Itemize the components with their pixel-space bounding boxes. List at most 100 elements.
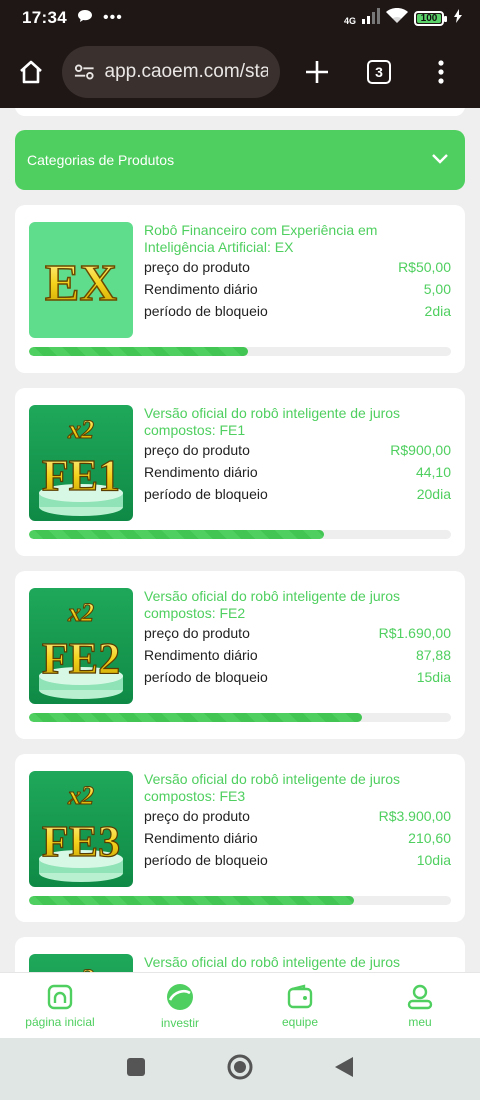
multiplier-badge: x2: [67, 964, 94, 972]
product-badge: EX: [45, 255, 117, 312]
price-value: R$3.900,00: [378, 808, 451, 824]
product-title: Versão oficial do robô inteligente de ju…: [144, 771, 401, 804]
product-image: x2 FE3: [29, 771, 133, 887]
multiplier-badge: x2: [67, 415, 94, 444]
nav-invest[interactable]: investir: [120, 973, 240, 1038]
lock-value: 2dia: [424, 303, 451, 319]
page-content: Categorias de Produtos EX Robô Financeir…: [0, 108, 480, 972]
product-card[interactable]: x2 FE2 Versão oficial do robô inteligent…: [15, 571, 465, 739]
back-button[interactable]: [334, 1056, 354, 1083]
recents-button[interactable]: [126, 1057, 146, 1082]
product-image: x2 FE1: [29, 405, 133, 521]
new-tab-button[interactable]: [286, 36, 348, 108]
browser-menu-button[interactable]: [410, 36, 472, 108]
wallet-icon: [287, 983, 313, 1008]
signal-icon: [362, 7, 380, 29]
progress-track: [29, 713, 451, 722]
yield-row: Rendimento diário 210,60: [144, 827, 451, 849]
nav-me-label: meu: [408, 1014, 432, 1029]
product-card[interactable]: x2 FE1 Versão oficial do robô inteligent…: [15, 388, 465, 556]
lock-value: 20dia: [416, 486, 451, 502]
product-image: x2: [29, 954, 133, 972]
progress-bar: [29, 713, 363, 722]
price-row: preço do produto R$50,00: [144, 256, 451, 278]
address-bar[interactable]: app.caoem.com/stati: [62, 46, 280, 98]
battery-level: 100: [420, 12, 438, 24]
status-time: 17:34: [22, 8, 67, 27]
product-title: Robô Financeiro com Experiência em Intel…: [144, 222, 378, 255]
system-home-button[interactable]: [226, 1053, 254, 1086]
nav-team[interactable]: equipe: [240, 973, 360, 1038]
multiplier-badge: x2: [67, 598, 94, 627]
system-nav-bar: [0, 1038, 480, 1100]
previous-card-edge: [15, 108, 465, 116]
lock-row: período de bloqueio 15dia: [144, 666, 451, 688]
progress-bar: [29, 530, 325, 539]
lock-value: 10dia: [416, 852, 451, 868]
more-vert-icon: [438, 60, 444, 84]
yield-value: 44,10: [415, 464, 451, 480]
progress-bar: [29, 896, 354, 905]
yield-row: Rendimento diário 5,00: [144, 278, 451, 300]
lock-row: período de bloqueio 10dia: [144, 849, 451, 871]
product-image: x2 FE2: [29, 588, 133, 704]
nav-home-label: página inicial: [25, 1014, 95, 1029]
nav-team-label: equipe: [281, 1014, 319, 1029]
price-value: R$1.690,00: [378, 625, 451, 641]
yield-row: Rendimento diário 44,10: [144, 461, 451, 483]
network-type: 4G: [343, 15, 356, 26]
lock-value: 15dia: [416, 669, 451, 685]
yield-value: 5,00: [423, 281, 451, 297]
product-card[interactable]: x2 FE3 Versão oficial do robô inteligent…: [15, 754, 465, 922]
status-bar: 17:34 ••• 4G 100: [0, 0, 480, 36]
battery-icon: 100: [414, 10, 447, 26]
product-title: Versão oficial do robô inteligente de ju…: [144, 588, 401, 621]
product-title: Versão oficial do robô inteligente de ju…: [144, 405, 401, 438]
product-card[interactable]: EX Robô Financeiro com Experiência em In…: [15, 205, 465, 373]
multiplier-badge: x2: [67, 781, 94, 810]
home-button[interactable]: [0, 36, 62, 108]
chevron-down-icon: [431, 152, 449, 168]
price-value: R$900,00: [390, 442, 451, 458]
back-triangle-icon: [335, 1056, 353, 1077]
product-badge: FE1: [42, 451, 120, 500]
product-badge: FE2: [42, 634, 120, 683]
price-row: preço do produto R$900,00: [144, 439, 451, 461]
lock-row: período de bloqueio 20dia: [144, 483, 451, 505]
price-row: preço do produto R$3.900,00: [144, 805, 451, 827]
site-settings-icon: [74, 64, 94, 80]
home-icon: [47, 984, 73, 1009]
yield-value: 210,60: [408, 830, 451, 846]
tab-count: 3: [367, 60, 391, 84]
yield-row: Rendimento diário 87,88: [144, 644, 451, 666]
category-dropdown[interactable]: Categorias de Produtos: [15, 130, 465, 190]
nav-home[interactable]: página inicial: [0, 973, 120, 1038]
price-value: R$50,00: [398, 259, 451, 275]
wifi-icon: [386, 7, 408, 29]
chat-notification-icon: [77, 9, 93, 28]
browser-toolbar: app.caoem.com/stati 3: [0, 36, 480, 108]
progress-track: [29, 530, 451, 539]
invest-icon: [167, 983, 193, 1010]
browser-home-icon: [20, 60, 42, 84]
url-text: app.caoem.com/stati: [104, 61, 268, 82]
product-image: EX: [29, 222, 133, 338]
bottom-nav: página inicial investir equipe meu: [0, 972, 480, 1038]
yield-value: 87,88: [415, 647, 451, 663]
progress-track: [29, 896, 451, 905]
price-row: preço do produto R$1.690,00: [144, 622, 451, 644]
nav-invest-label: investir: [160, 1015, 199, 1030]
product-badge: FE3: [42, 817, 120, 866]
recents-icon: [127, 1057, 145, 1076]
circle-home-icon: [227, 1054, 253, 1079]
plus-icon: [306, 61, 328, 83]
product-title: Versão oficial do robô inteligente de ju…: [144, 954, 401, 970]
nav-me[interactable]: meu: [360, 973, 480, 1038]
product-card[interactable]: x2 Versão oficial do robô inteligente de…: [15, 937, 465, 972]
tab-switcher-button[interactable]: 3: [348, 36, 410, 108]
charging-icon: [454, 8, 462, 28]
category-label: Categorias de Produtos: [27, 152, 175, 168]
progress-track: [29, 347, 451, 356]
more-notifications-icon: •••: [102, 9, 123, 26]
profile-icon: [407, 984, 433, 1009]
